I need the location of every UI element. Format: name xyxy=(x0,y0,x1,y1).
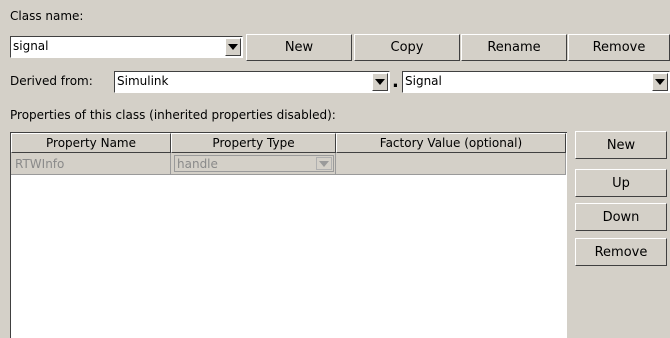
chevron-down-icon xyxy=(319,160,329,167)
derived-package-dropdown-arrow[interactable] xyxy=(372,73,388,91)
class-name-dropdown[interactable]: signal xyxy=(10,36,243,58)
property-name-text: RTWInfo xyxy=(15,157,65,171)
derived-class-dropdown[interactable]: Signal xyxy=(402,71,670,93)
header-factory-value[interactable]: Factory Value (optional) xyxy=(336,133,566,153)
properties-label: Properties of this class (inherited prop… xyxy=(10,108,336,122)
copy-class-button[interactable]: Copy xyxy=(354,34,460,61)
cell-property-name: RTWInfo xyxy=(11,153,171,175)
chevron-down-icon xyxy=(655,79,665,85)
property-type-dropdown: handle xyxy=(174,155,334,172)
property-type-dropdown-arrow xyxy=(316,157,332,170)
derived-class-value: Signal xyxy=(405,74,442,88)
derived-package-value: Simulink xyxy=(117,74,169,88)
remove-class-button[interactable]: Remove xyxy=(568,34,670,61)
table-row: RTWInfo handle xyxy=(11,153,566,175)
properties-table[interactable]: Property Name Property Type Factory Valu… xyxy=(10,132,567,338)
derived-from-label: Derived from: xyxy=(10,74,93,88)
new-property-button[interactable]: New xyxy=(575,131,667,159)
property-type-text: handle xyxy=(177,157,218,171)
class-name-label: Class name: xyxy=(10,9,84,23)
header-property-type[interactable]: Property Type xyxy=(171,133,336,153)
class-name-value: signal xyxy=(13,39,49,53)
header-property-name[interactable]: Property Name xyxy=(11,133,171,153)
move-down-button[interactable]: Down xyxy=(575,203,667,231)
dot-separator: . xyxy=(392,71,399,92)
class-name-dropdown-arrow[interactable] xyxy=(225,38,241,56)
new-class-button[interactable]: New xyxy=(246,34,352,61)
chevron-down-icon xyxy=(228,44,238,50)
chevron-down-icon xyxy=(375,79,385,85)
derived-package-dropdown[interactable]: Simulink xyxy=(114,71,390,93)
rename-class-button[interactable]: Rename xyxy=(461,34,567,61)
table-header-row: Property Name Property Type Factory Valu… xyxy=(11,133,566,153)
remove-property-button[interactable]: Remove xyxy=(575,238,667,266)
move-up-button[interactable]: Up xyxy=(575,169,667,197)
cell-property-type: handle xyxy=(171,153,336,175)
cell-factory-value xyxy=(336,153,566,175)
derived-class-dropdown-arrow[interactable] xyxy=(652,73,668,91)
